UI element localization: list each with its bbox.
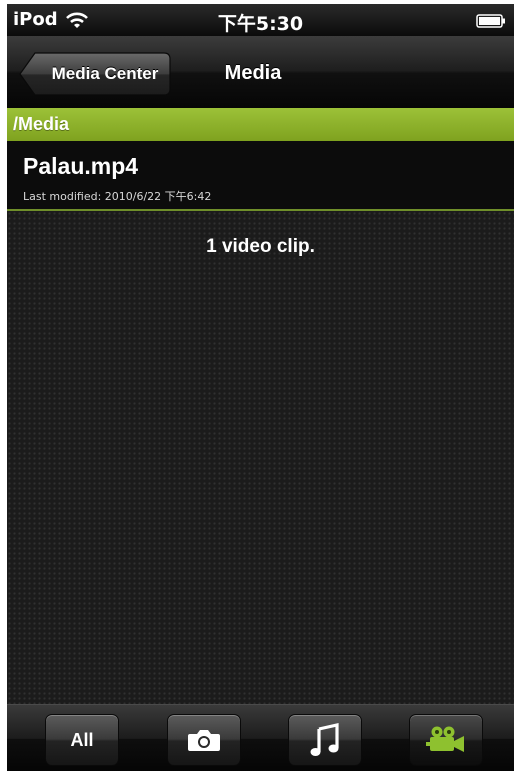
- tab-all[interactable]: All: [45, 714, 119, 766]
- battery-icon: [476, 14, 506, 33]
- tab-music[interactable]: [288, 714, 362, 766]
- navigation-bar: Media Center Media: [7, 36, 514, 109]
- path-header: /Media: [7, 108, 514, 141]
- back-button-label: Media Center: [51, 64, 159, 83]
- status-bar: iPod 下午5:30: [7, 4, 514, 36]
- file-modified-date: Last modified: 2010/6/22 下午6:42: [23, 190, 212, 203]
- page-title: Media: [224, 62, 282, 84]
- clip-count-label: 1 video clip.: [206, 236, 315, 257]
- music-note-icon: [310, 723, 339, 756]
- camera-icon: [188, 730, 220, 751]
- status-time: 下午5:30: [217, 13, 304, 35]
- back-button[interactable]: Media Center: [19, 52, 171, 96]
- media-screen: iPod 下午5:30 Media Center Media /Media Pa…: [7, 4, 514, 771]
- tab-videos[interactable]: [409, 714, 483, 766]
- tab-all-label: All: [70, 730, 94, 750]
- video-camera-icon: [426, 726, 464, 752]
- tab-bar: All: [7, 704, 514, 771]
- file-name: Palau.mp4: [23, 153, 139, 179]
- list-item[interactable]: Palau.mp4 Last modified: 2010/6/22 下午6:4…: [7, 141, 514, 211]
- path-label: /Media: [13, 114, 70, 134]
- tab-photos[interactable]: [167, 714, 241, 766]
- content-area: 1 video clip.: [7, 211, 514, 704]
